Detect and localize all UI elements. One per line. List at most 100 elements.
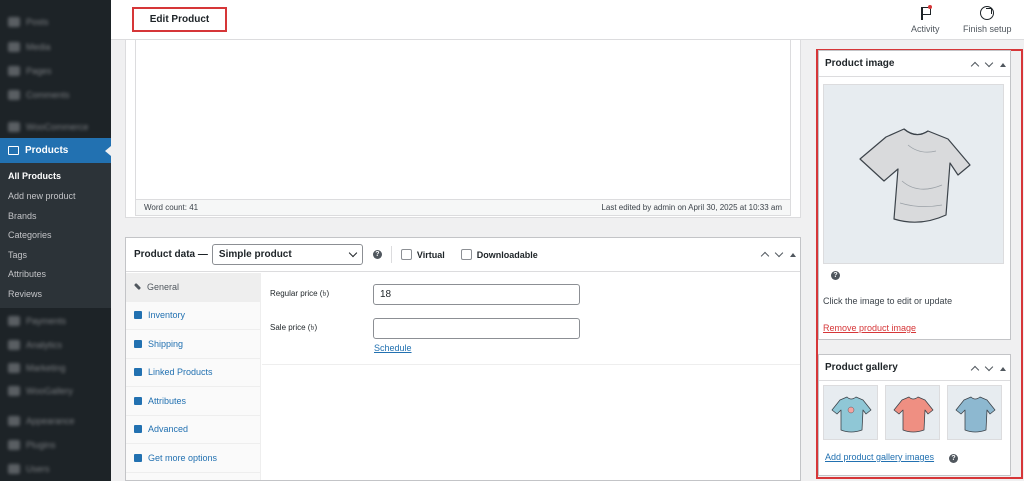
submenu-categories[interactable]: Categories	[0, 225, 111, 245]
panel-controls	[970, 58, 1006, 71]
submenu-reviews[interactable]: Reviews	[0, 284, 111, 304]
tshirt-image	[893, 396, 934, 433]
tab-advanced[interactable]: Advanced	[126, 416, 260, 444]
pages-icon	[8, 66, 20, 76]
general-fields: Regular price (৳) 18 Sale price (৳) Sche…	[262, 273, 800, 365]
sidebar-item-woogallery[interactable]: WooGallery	[0, 381, 111, 401]
sidebar-item-plugins[interactable]: Plugins	[0, 435, 111, 455]
tab-label: Attributes	[148, 395, 187, 406]
tshirt-image	[831, 396, 872, 433]
plugins-icon	[8, 440, 20, 450]
tab-get-more-options[interactable]: Get more options	[126, 444, 260, 473]
word-count: Word count: 41	[144, 203, 199, 212]
tab-inventory[interactable]: Inventory	[126, 302, 260, 330]
move-down-icon[interactable]	[984, 362, 994, 372]
regular-price-input[interactable]: 18	[373, 284, 580, 305]
product-image-title: Product image	[825, 58, 895, 69]
checkbox-box[interactable]	[400, 249, 412, 260]
move-down-icon[interactable]	[774, 248, 784, 258]
tab-label: Inventory	[148, 310, 186, 321]
move-down-icon[interactable]	[984, 58, 994, 68]
tab-linked-products[interactable]: Linked Products	[126, 359, 260, 387]
regular-price-label: Regular price (৳)	[270, 289, 330, 298]
product-data-header: Product data — Simple product ? Virtual …	[126, 238, 800, 272]
payments-icon	[8, 316, 20, 326]
regular-price-value: 18	[380, 289, 392, 300]
divider	[390, 246, 392, 263]
collapse-toggle-icon[interactable]	[790, 252, 796, 257]
admin-sidebar: Posts Media Pages Comments WooCommerce P…	[0, 0, 111, 481]
sidebar-item-media[interactable]: Media	[0, 37, 111, 57]
products-submenu: All Products Add new product Brands Cate…	[0, 163, 111, 308]
panel-controls	[760, 248, 796, 261]
finish-setup-button[interactable]: Finish setup	[963, 6, 1012, 34]
sidebar-item-woocommerce[interactable]: WooCommerce	[0, 117, 111, 137]
move-up-icon[interactable]	[760, 251, 770, 261]
finish-setup-label: Finish setup	[963, 24, 1012, 34]
remove-product-image-link[interactable]: Remove product image	[823, 323, 916, 333]
sidebar-item-pages[interactable]: Pages	[0, 61, 111, 81]
sidebar-item-label: Marketing	[26, 363, 66, 373]
help-icon[interactable]: ?	[949, 454, 958, 463]
move-up-icon[interactable]	[970, 61, 980, 71]
notification-dot	[928, 5, 933, 9]
truck-icon	[134, 339, 142, 348]
content-editor: Word count: 41 Last edited by admin on A…	[125, 40, 801, 218]
sidebar-item-marketing[interactable]: Marketing	[0, 358, 111, 378]
sidebar-item-label: Payments	[26, 316, 67, 326]
sidebar-item-products[interactable]: Products	[0, 138, 111, 163]
product-image-thumbnail[interactable]	[823, 84, 1004, 264]
editor-status-bar: Word count: 41 Last edited by admin on A…	[135, 200, 791, 216]
tab-shipping[interactable]: Shipping	[126, 330, 260, 359]
downloadable-checkbox[interactable]: Downloadable	[460, 249, 538, 260]
sidebar-item-analytics[interactable]: Analytics	[0, 335, 111, 355]
sidebar-item-label: Appearance	[26, 416, 75, 426]
flag-icon	[918, 5, 933, 20]
sidebar-item-users[interactable]: Users	[0, 459, 111, 479]
top-header: Edit Product Activity Finish setup	[111, 0, 1024, 40]
collapse-toggle-icon[interactable]	[1000, 62, 1006, 67]
sidebar-item-appearance[interactable]: Appearance	[0, 411, 111, 431]
help-icon[interactable]: ?	[831, 271, 840, 280]
sidebar-item-label: Pages	[26, 66, 52, 76]
sale-price-input[interactable]	[373, 318, 580, 339]
product-data-tabs: General Inventory Shipping Linked Produc…	[126, 273, 261, 480]
tab-general[interactable]: General	[126, 273, 260, 302]
product-data-title: Product data —	[134, 249, 208, 260]
editor-textarea[interactable]	[135, 40, 791, 200]
sidebar-item-comments[interactable]: Comments	[0, 85, 111, 105]
add-gallery-images-link[interactable]: Add product gallery images	[825, 452, 934, 462]
submenu-tags[interactable]: Tags	[0, 245, 111, 265]
virtual-checkbox[interactable]: Virtual	[400, 249, 445, 260]
sidebar-item-label: Products	[25, 145, 69, 156]
help-icon[interactable]: ?	[372, 250, 382, 259]
collapse-toggle-icon[interactable]	[1000, 366, 1006, 371]
submenu-attributes[interactable]: Attributes	[0, 264, 111, 284]
products-icon	[8, 146, 19, 155]
product-gallery-box: Product gallery Add product gallery imag…	[818, 354, 1011, 476]
gallery-thumbnail[interactable]	[885, 385, 940, 440]
marketing-icon	[8, 363, 20, 373]
sidebar-item-posts[interactable]: Posts	[0, 12, 111, 32]
move-up-icon[interactable]	[970, 365, 980, 375]
sidebar-item-payments[interactable]: Payments	[0, 311, 111, 331]
gallery-thumbnail[interactable]	[823, 385, 878, 440]
gear-icon	[134, 425, 142, 434]
submenu-all-products[interactable]: All Products	[0, 166, 111, 186]
submenu-add-new-product[interactable]: Add new product	[0, 186, 111, 206]
checkbox-box[interactable]	[460, 249, 472, 260]
activity-button[interactable]: Activity	[911, 5, 940, 34]
tab-label: General	[147, 281, 180, 292]
progress-clock-icon	[980, 6, 995, 20]
users-icon	[8, 464, 20, 474]
tab-label: Get more options	[148, 452, 218, 463]
product-type-select[interactable]: Simple product	[211, 244, 363, 265]
tshirt-image	[955, 396, 996, 433]
panel-controls	[970, 362, 1006, 375]
gallery-icon	[8, 386, 20, 396]
schedule-link[interactable]: Schedule	[374, 343, 412, 353]
tab-attributes[interactable]: Attributes	[126, 387, 260, 416]
gallery-thumbnail[interactable]	[947, 385, 1002, 440]
product-data-panel: Product data — Simple product ? Virtual …	[125, 237, 801, 481]
submenu-brands[interactable]: Brands	[0, 206, 111, 226]
